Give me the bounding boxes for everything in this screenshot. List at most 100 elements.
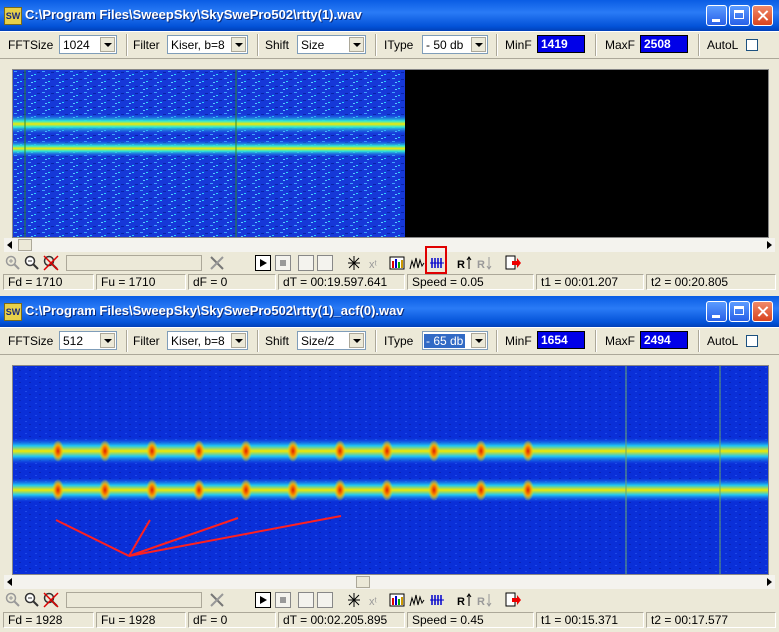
fftsize-label: FFTSize — [8, 38, 54, 52]
close-button[interactable] — [752, 301, 773, 322]
correlation-peak — [381, 440, 393, 462]
maximize-button[interactable] — [729, 301, 750, 322]
shift-select[interactable]: Size/2 — [297, 331, 366, 350]
stop-icon — [280, 260, 286, 266]
marker-icon[interactable] — [346, 592, 362, 608]
waveform-icon[interactable] — [409, 592, 425, 608]
export-icon[interactable] — [505, 592, 521, 608]
chevron-down-icon[interactable] — [471, 333, 486, 348]
rd-icon[interactable]: R — [477, 592, 493, 608]
reset-zoom-icon[interactable] — [43, 592, 59, 608]
signal-band-space — [13, 140, 405, 157]
maxf-value[interactable]: 2508 — [640, 35, 688, 53]
control-bar: xᵗ R R — [0, 589, 779, 611]
fftsize-select[interactable]: 512 — [59, 331, 117, 350]
correlation-peak — [475, 440, 487, 462]
color-bars-icon[interactable] — [389, 592, 405, 608]
scroll-right-icon[interactable] — [767, 578, 772, 586]
separator — [126, 330, 128, 352]
control-bar: xᵗ R R — [0, 246, 779, 274]
chevron-down-icon[interactable] — [100, 333, 115, 348]
status-fu: Fu = 1928 — [96, 612, 186, 628]
status-df: dF = 0 — [188, 274, 276, 290]
chevron-down-icon[interactable] — [100, 37, 115, 52]
blank-button-1[interactable] — [298, 255, 314, 271]
export-icon[interactable] — [505, 255, 521, 271]
itype-select[interactable]: - 50 db — [422, 35, 488, 54]
spectrogram-view[interactable] — [12, 69, 769, 238]
play-button[interactable] — [255, 255, 271, 271]
window-title: C:\Program Files\SweepSky\SkySwePro502\r… — [25, 7, 362, 22]
shift-select[interactable]: Size — [297, 35, 366, 54]
zoom-in-icon[interactable] — [5, 255, 21, 271]
itype-select[interactable]: - 65 db — [422, 331, 488, 350]
stop-icon — [280, 597, 286, 603]
horizontal-scrollbar[interactable] — [4, 575, 775, 589]
rt-icon[interactable]: R — [457, 592, 473, 608]
filter-select[interactable]: Kiser, b=8 — [167, 331, 248, 350]
rd-icon[interactable]: R — [477, 255, 493, 271]
stop-button[interactable] — [275, 255, 291, 271]
status-speed: Speed = 0.45 — [407, 612, 534, 628]
zoom-in-icon[interactable] — [5, 592, 21, 608]
scroll-right-icon[interactable] — [767, 241, 772, 249]
blank-button-2[interactable] — [317, 592, 333, 608]
chevron-down-icon[interactable] — [349, 37, 364, 52]
minimize-button[interactable] — [706, 5, 727, 26]
zoom-out-icon[interactable] — [24, 592, 40, 608]
comb-icon[interactable] — [429, 592, 445, 608]
scroll-thumb[interactable] — [356, 576, 370, 588]
play-button[interactable] — [255, 592, 271, 608]
stop-button[interactable] — [275, 592, 291, 608]
marker-icon[interactable] — [346, 255, 362, 271]
correlation-peak — [240, 440, 252, 462]
chevron-down-icon[interactable] — [349, 333, 364, 348]
minf-value[interactable]: 1654 — [537, 331, 585, 349]
spectrogram-view[interactable] — [12, 365, 769, 575]
minf-value[interactable]: 1419 — [537, 35, 585, 53]
maxf-label: MaxF — [605, 334, 635, 348]
maximize-button[interactable] — [729, 5, 750, 26]
horizontal-scrollbar[interactable] — [4, 238, 775, 252]
maxf-value[interactable]: 2494 — [640, 331, 688, 349]
title-bar[interactable]: SW C:\Program Files\SweepSky\SkySwePro50… — [0, 0, 779, 31]
title-bar[interactable]: SW C:\Program Files\SweepSky\SkySwePro50… — [0, 296, 779, 327]
color-bars-icon[interactable] — [389, 255, 405, 271]
chevron-down-icon[interactable] — [471, 37, 486, 52]
correlation-peak — [522, 440, 534, 462]
reset-zoom-icon[interactable] — [43, 255, 59, 271]
scroll-thumb[interactable] — [18, 239, 32, 251]
waveform-icon[interactable] — [409, 255, 425, 271]
highlight-box — [425, 246, 447, 274]
rt-icon[interactable]: R — [457, 255, 473, 271]
filter-select[interactable]: Kiser, b=8 — [167, 35, 248, 54]
blank-button-1[interactable] — [298, 592, 314, 608]
separator — [375, 34, 377, 56]
correlation-peak — [475, 479, 487, 501]
correlation-peak — [334, 440, 346, 462]
itype-label: IType — [384, 38, 414, 52]
chevron-down-icon[interactable] — [231, 37, 246, 52]
tools-icon[interactable] — [209, 592, 225, 608]
minimize-button[interactable] — [706, 301, 727, 322]
separator — [375, 330, 377, 352]
close-button[interactable] — [752, 5, 773, 26]
app-icon: SW — [4, 7, 22, 25]
tools-icon[interactable] — [209, 255, 225, 271]
xt-icon[interactable]: xᵗ — [368, 255, 384, 271]
svg-text:R: R — [457, 259, 465, 271]
correlation-peak — [99, 479, 111, 501]
zoom-out-icon[interactable] — [24, 255, 40, 271]
spectrogram-image — [13, 70, 405, 237]
autol-checkbox[interactable] — [746, 39, 758, 51]
window-title: C:\Program Files\SweepSky\SkySwePro502\r… — [25, 303, 404, 318]
chevron-down-icon[interactable] — [231, 333, 246, 348]
scroll-left-icon[interactable] — [7, 578, 12, 586]
xt-icon[interactable]: xᵗ — [368, 592, 384, 608]
autol-checkbox[interactable] — [746, 335, 758, 347]
fftsize-select[interactable]: 1024 — [59, 35, 117, 54]
svg-text:R: R — [457, 596, 465, 608]
blank-button-2[interactable] — [317, 255, 333, 271]
scroll-left-icon[interactable] — [7, 241, 12, 249]
spectrogram-image — [13, 366, 768, 574]
